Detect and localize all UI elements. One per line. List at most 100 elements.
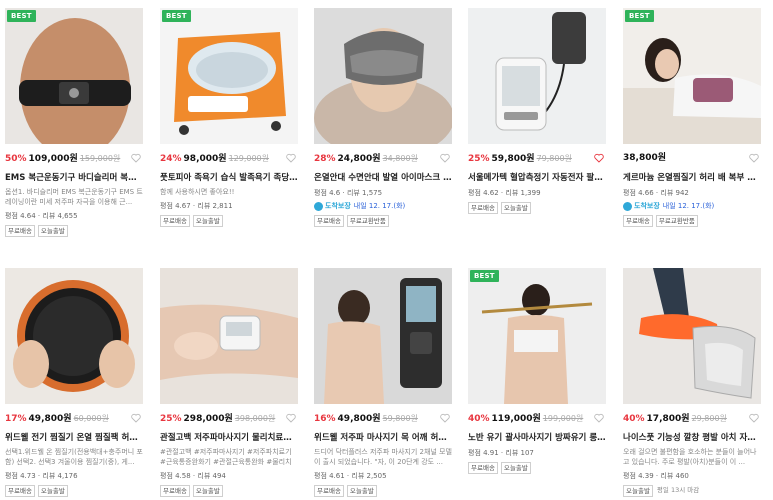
review-count: 리뷰 1,399 (505, 189, 541, 197)
product-image[interactable] (468, 8, 606, 144)
product-card[interactable]: 25% 298,000원 398,000원 관절고백 저주파마사지기 물리치료기x … (160, 268, 298, 497)
discount-rate: 17% (5, 414, 27, 424)
product-description: 함께 사용하시면 좋아요!! (160, 188, 235, 196)
product-image[interactable]: BEST (5, 8, 143, 144)
product-title[interactable]: 풋토피아 족욕기 습식 발족욕기 족당기... (160, 172, 298, 184)
heart-icon[interactable] (131, 153, 141, 163)
rocket-icon (623, 201, 632, 211)
product-image[interactable] (314, 268, 452, 404)
tag-list: 무료배송 오늘출발 (468, 462, 606, 474)
price-row: 50% 109,000원 159,000원 (5, 152, 143, 165)
rating-reviews: 평점 4.58 · 리뷰 494 (160, 472, 226, 480)
tag-list: 무료배송 무료교환반품 (314, 215, 452, 227)
discount-rate: 40% (468, 414, 490, 424)
product-image[interactable] (5, 268, 143, 404)
product-image[interactable]: BEST (160, 8, 298, 144)
product-card[interactable]: BEST 50% 109,000원 159,000원 EMS 복근운동기구 바디슬리… (5, 8, 143, 237)
heart-icon[interactable] (286, 153, 296, 163)
product-grid: BEST 50% 109,000원 159,000원 EMS 복근운동기구 바디슬리… (0, 0, 773, 500)
product-description: 옵션1. 바디슬리머 EMS 복근운동기구 EMS 트레이닝이란 미세 저주파 … (5, 188, 143, 206)
rating: 평점 4.67 (160, 202, 191, 210)
tag: 무료배송 (623, 215, 653, 227)
original-price: 60,000원 (73, 414, 109, 423)
product-title[interactable]: 게르마늄 온열찜질기 허리 배 복부 무릎 ... (623, 172, 761, 184)
heart-icon[interactable] (440, 413, 450, 423)
rating-reviews: 평점 4.91 · 리뷰 107 (468, 449, 534, 457)
price-row: 24% 98,000원 129,000원 (160, 152, 298, 165)
tag-list: 무료배송 오늘출발 (5, 225, 143, 237)
heart-icon[interactable] (594, 413, 604, 423)
rating: 평점 4.39 (623, 472, 654, 480)
product-image[interactable] (623, 268, 761, 404)
tag-list: 무료배송 오늘출발 (468, 202, 606, 214)
price-row: 25% 59,800원 79,800원 (468, 152, 606, 165)
sale-price: 59,800원 (491, 154, 535, 164)
product-title[interactable]: 노반 유기 괄사마사지기 방짜유기 롱 바... (468, 432, 606, 444)
review-count: 리뷰 1,575 (346, 189, 383, 197)
rating-reviews: 평점 4.61 · 리뷰 2,505 (314, 472, 387, 480)
review-count: 리뷰 107 (505, 449, 534, 457)
tag: 무료배송 (160, 215, 190, 227)
product-title[interactable]: 나이스풋 기능성 깔창 평발 아치 자세 교... (623, 432, 761, 444)
original-price: 79,800원 (536, 154, 572, 163)
original-price: 34,800원 (382, 154, 418, 163)
product-card[interactable]: 40% 17,800원 29,800원 나이스풋 기능성 깔창 평발 아치 자세 교… (623, 268, 761, 497)
tag-list: 무료배송 오늘출발 (160, 215, 298, 227)
original-price: 29,800원 (691, 414, 727, 423)
rating-reviews: 평점 4.6 · 리뷰 1,575 (314, 189, 383, 197)
product-card[interactable]: 28% 24,800원 34,800원 온열안대 수면안대 발열 아이마스크 눈..… (314, 8, 452, 227)
discount-rate: 50% (5, 154, 27, 164)
original-price: 129,000원 (228, 154, 270, 163)
product-card[interactable]: 17% 49,800원 60,000원 위드웰 전기 찜질기 온열 찜질팩 허리 복… (5, 268, 143, 497)
tag: 무료배송 (314, 485, 344, 497)
price-row: 25% 298,000원 398,000원 (160, 412, 298, 425)
tag: 오늘출발 (192, 485, 223, 497)
heart-icon[interactable] (594, 153, 604, 163)
review-count: 리뷰 460 (660, 472, 689, 480)
product-title[interactable]: EMS 복근운동기구 바디슬리머 복부다... (5, 172, 143, 184)
review-count: 리뷰 942 (660, 189, 689, 197)
product-card[interactable]: BEST 38,800원 게르마늄 온열찜질기 허리 배 복부 무릎 ... 평… (623, 8, 761, 227)
product-title[interactable]: 서울메가텍 혈압측정기 자동전자 팔뚝형... (468, 172, 606, 184)
product-image[interactable] (160, 268, 298, 404)
tag-list: 무료배송 오늘출발 (5, 485, 143, 497)
heart-icon[interactable] (749, 153, 759, 163)
heart-icon[interactable] (749, 413, 759, 423)
original-price: 199,000원 (542, 414, 584, 423)
rating: 평점 4.66 (623, 189, 654, 197)
original-price: 398,000원 (234, 414, 276, 423)
delivery-guarantee: 도착보장 내일 12. 17.(화) (314, 201, 452, 211)
product-image[interactable] (314, 8, 452, 144)
product-card[interactable]: BEST 24% 98,000원 129,000원 풋토피아 족욕기 습식 발족욕기… (160, 8, 298, 227)
product-title[interactable]: 위드웰 전기 찜질기 온열 찜질팩 허리 복... (5, 432, 143, 444)
product-title[interactable]: 관절고백 저주파마사지기 물리치료기x ... (160, 432, 298, 444)
tag: 오늘출발 (37, 225, 68, 237)
product-image[interactable]: BEST (623, 8, 761, 144)
rating: 평점 4.64 (5, 212, 36, 220)
price-row: 16% 49,800원 59,800원 (314, 412, 452, 425)
tag-list: 무료배송 무료교환반품 (623, 215, 761, 227)
rating-reviews: 평점 4.62 · 리뷰 1,399 (468, 189, 541, 197)
rating-reviews: 평점 4.73 · 리뷰 4,176 (5, 472, 78, 480)
delivery-guarantee: 도착보장 내일 12. 17.(화) (623, 201, 761, 211)
product-title[interactable]: 온열안대 수면안대 발열 아이마스크 눈... (314, 172, 452, 184)
best-badge: BEST (162, 10, 191, 22)
product-card[interactable]: BEST 40% 119,000원 199,000원 노반 유기 괄사마사지기 방짜… (468, 268, 606, 474)
delivery-date: 내일 12. 17.(화) (662, 202, 715, 210)
product-image[interactable]: BEST (468, 268, 606, 404)
rating: 평점 4.91 (468, 449, 499, 457)
heart-icon[interactable] (286, 413, 296, 423)
tag: 무료배송 (5, 485, 35, 497)
product-card[interactable]: 25% 59,800원 79,800원 서울메가텍 혈압측정기 자동전자 팔뚝형..… (468, 8, 606, 214)
best-badge: BEST (470, 270, 499, 282)
tag: 오늘출발 (37, 485, 68, 497)
rating: 평점 4.61 (314, 472, 345, 480)
price-row: 38,800원 (623, 152, 761, 165)
heart-icon[interactable] (131, 413, 141, 423)
product-title[interactable]: 위드웰 저주파 마사지기 목 어깨 허리 무... (314, 432, 452, 444)
rating: 평점 4.58 (160, 472, 191, 480)
tag: 무료배송 (314, 215, 344, 227)
product-card[interactable]: 16% 49,800원 59,800원 위드웰 저주파 마사지기 목 어깨 허리 무… (314, 268, 452, 497)
heart-icon[interactable] (440, 153, 450, 163)
price-row: 28% 24,800원 34,800원 (314, 152, 452, 165)
